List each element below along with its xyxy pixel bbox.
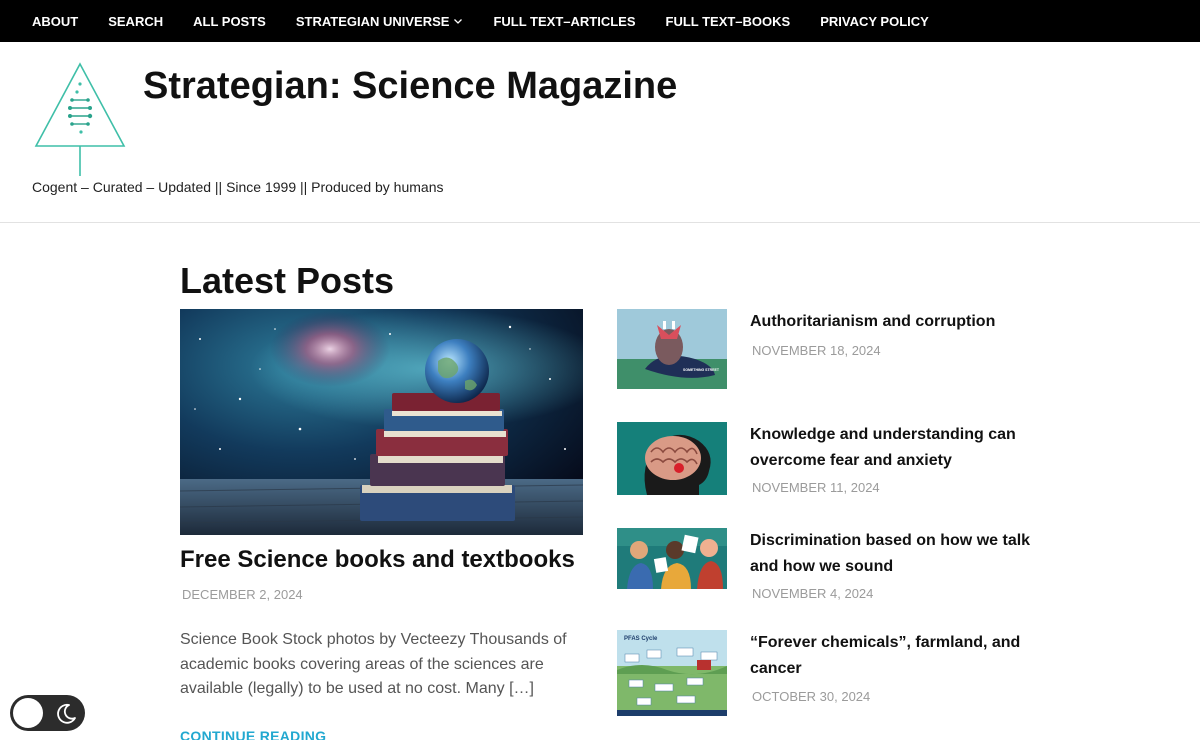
latest-posts-heading: Latest Posts <box>180 260 395 301</box>
hippo-on-shoe-illustration: SOMETHING STREET <box>617 309 727 389</box>
post-list-item: Knowledge and understanding can overcome… <box>617 422 1037 495</box>
pfas-cycle-diagram: PFAS Cycle <box>617 630 727 716</box>
nav-item-label: Privacy Policy <box>820 13 929 29</box>
chevron-down-icon <box>454 19 463 24</box>
top-navigation: About Search All Posts Strategian Univer… <box>0 0 1200 42</box>
featured-post-date: December 2, 2024 <box>182 587 303 602</box>
post-list-item: PFAS Cycle “Forever chemicals”, farmland… <box>617 630 1037 716</box>
nav-item-search[interactable]: Search <box>108 14 163 29</box>
post-thumbnail[interactable] <box>617 528 727 589</box>
post-title[interactable]: Knowledge and understanding can overcome… <box>750 422 1035 473</box>
nav-item-about[interactable]: About <box>32 14 78 29</box>
nav-item-all-posts[interactable]: All Posts <box>193 14 266 29</box>
books-and-globe-illustration <box>180 309 583 535</box>
nav-item-full-text-articles[interactable]: Full Text–Articles <box>493 14 635 29</box>
dark-mode-toggle[interactable] <box>10 695 85 731</box>
shoe-label: SOMETHING STREET <box>683 368 720 372</box>
brain-illustration <box>617 422 727 495</box>
moon-icon <box>57 703 76 724</box>
post-date: October 30, 2024 <box>752 689 871 704</box>
featured-post-excerpt: Science Book Stock photos by Vecteezy Th… <box>180 631 567 697</box>
post-date: November 4, 2024 <box>752 586 874 601</box>
featured-post-title[interactable]: Free Science books and textbooks <box>180 546 575 574</box>
pfas-cycle-label: PFAS Cycle <box>624 636 658 642</box>
post-list-item: SOMETHING STREET Authoritarianism and co… <box>617 309 1037 389</box>
nav-item-label: About <box>32 13 79 29</box>
continue-reading-link[interactable]: Continue Reading <box>180 728 326 740</box>
post-thumbnail[interactable] <box>617 422 727 495</box>
site-logo[interactable] <box>32 60 128 180</box>
post-thumbnail[interactable]: SOMETHING STREET <box>617 309 727 389</box>
nav-item-label: Strategian Universe <box>295 13 450 29</box>
nav-item-label: Full Text–Articles <box>493 13 636 29</box>
people-talking-illustration <box>617 528 727 589</box>
post-title[interactable]: Authoritarianism and corruption <box>750 309 1035 335</box>
post-title[interactable]: Discrimination based on how we talk and … <box>750 528 1035 579</box>
post-thumbnail[interactable]: PFAS Cycle <box>617 630 727 716</box>
post-title[interactable]: “Forever chemicals”, farmland, and cance… <box>750 630 1035 681</box>
nav-item-full-text-books[interactable]: Full Text–Books <box>666 14 791 29</box>
site-tagline: Cogent – Curated – Updated || Since 1999… <box>32 179 444 195</box>
site-header: Strategian: Science Magazine Cogent – Cu… <box>0 42 1200 223</box>
nav-item-label: Full Text–Books <box>665 13 791 29</box>
nav-item-privacy-policy[interactable]: Privacy Policy <box>820 14 929 29</box>
nav-item-label: All Posts <box>193 13 266 29</box>
post-list-item: Discrimination based on how we talk and … <box>617 528 1037 601</box>
site-title[interactable]: Strategian: Science Magazine <box>143 65 677 108</box>
nav-item-strategian-universe[interactable]: Strategian Universe <box>296 14 464 29</box>
post-date: November 11, 2024 <box>752 480 880 495</box>
featured-post-image[interactable] <box>180 309 583 535</box>
post-date: November 18, 2024 <box>752 343 881 358</box>
nav-item-label: Search <box>108 13 164 29</box>
toggle-knob <box>13 698 43 728</box>
